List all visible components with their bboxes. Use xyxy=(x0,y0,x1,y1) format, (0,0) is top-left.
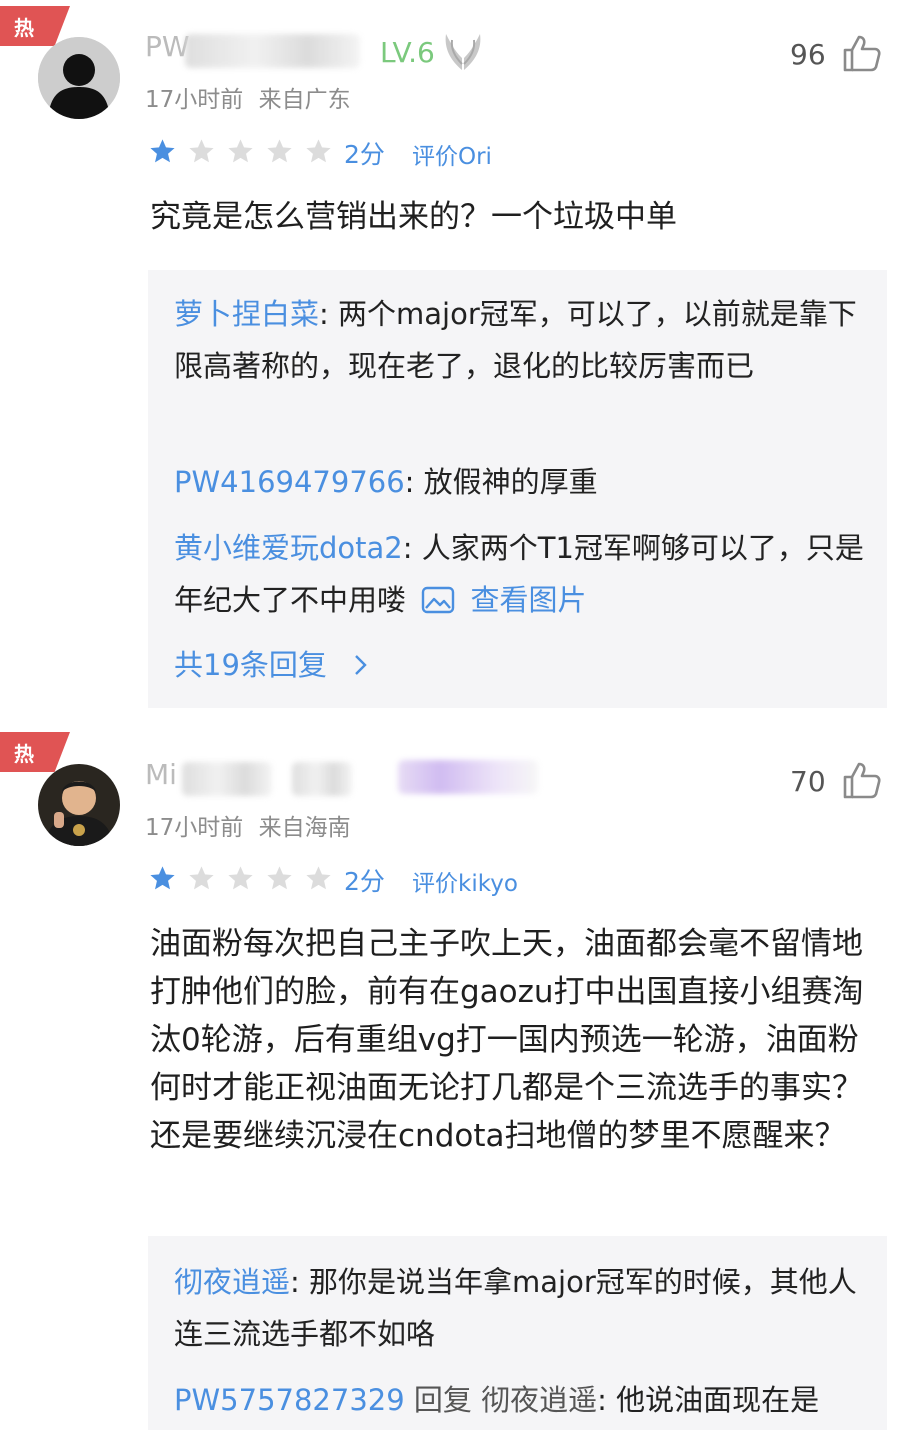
reply-author[interactable]: 萝卜捏白菜 xyxy=(174,297,319,331)
star-icon xyxy=(150,139,175,163)
comment-1: 热 PW LV.6 17小时前 来自广东 96 2分 评价Ori 究竟是怎么营销… xyxy=(0,0,922,720)
timestamp: 17小时前 xyxy=(145,87,244,113)
username[interactable]: PW xyxy=(145,30,190,63)
star-icon xyxy=(306,866,331,890)
reply-item[interactable]: 黄小维爱玩dota2: 人家两个T1冠军啊够可以了，只是年纪大了不中用喽 查看图… xyxy=(174,522,864,626)
star-icon xyxy=(228,866,253,890)
location: 来自广东 xyxy=(258,87,351,113)
username-redaction xyxy=(185,34,360,68)
reply-item[interactable]: 彻夜逍遥: 那你是说当年拿major冠军的时候，其他人连三流选手都不如咯 xyxy=(174,1256,864,1360)
meta-line: 17小时前 来自广东 xyxy=(145,80,351,114)
username-redaction xyxy=(398,760,538,794)
username[interactable]: Mi xyxy=(145,758,177,791)
star-icon xyxy=(267,866,292,890)
rating-target[interactable]: 评价kikyo xyxy=(412,864,518,898)
like-count: 70 xyxy=(790,765,826,798)
star-icon xyxy=(228,139,253,163)
reply-box: 彻夜逍遥: 那你是说当年拿major冠军的时候，其他人连三流选手都不如咯 PW5… xyxy=(148,1236,887,1430)
star-icon xyxy=(267,139,292,163)
more-replies-link[interactable]: 共19条回复 xyxy=(174,642,370,684)
avatar[interactable] xyxy=(38,37,120,119)
level-badge: LV.6 xyxy=(380,36,435,69)
reply-sep: : xyxy=(597,1383,607,1417)
image-icon[interactable] xyxy=(421,586,455,614)
rating-stars xyxy=(148,864,333,893)
wings-icon xyxy=(445,34,481,70)
hot-badge: 热 xyxy=(0,732,70,772)
reply-word: 回复 xyxy=(413,1383,472,1417)
reply-sep: : xyxy=(402,531,413,565)
comment-text: 究竟是怎么营销出来的？一个垃圾中单 xyxy=(150,199,677,235)
hot-badge: 热 xyxy=(0,6,70,46)
star-icon xyxy=(189,139,214,163)
timestamp: 17小时前 xyxy=(145,815,244,841)
rating-score: 2分 xyxy=(344,867,385,896)
username-redaction xyxy=(182,762,272,796)
view-image-link[interactable]: 查看图片 xyxy=(470,583,586,617)
reply-author[interactable]: PW4169479766 xyxy=(174,465,405,499)
reply-author[interactable]: 黄小维爱玩dota2 xyxy=(174,531,403,565)
reply-item[interactable]: 萝卜捏白菜: 两个major冠军，可以了，以前就是靠下限高著称的，现在老了，退化… xyxy=(174,288,864,392)
thumbs-up-icon[interactable] xyxy=(842,761,882,799)
reply-sep: : xyxy=(404,465,415,499)
reply-item[interactable]: PW4169479766: 放假神的厚重 xyxy=(174,456,864,508)
rating-stars xyxy=(148,137,333,166)
like-count: 96 xyxy=(790,38,826,71)
location: 来自海南 xyxy=(258,815,351,841)
reply-text: 他说油面现在是 xyxy=(616,1383,820,1417)
reply-to[interactable]: 彻夜逍遥 xyxy=(481,1383,597,1417)
comment-2: 热 Mi 17小时前 来自海南 70 2分 评价kikyo 油面粉每次把自己主子… xyxy=(0,728,922,1430)
reply-sep: : xyxy=(290,1265,300,1299)
star-icon xyxy=(306,139,331,163)
reply-author[interactable]: 彻夜逍遥 xyxy=(174,1265,290,1299)
more-replies-label: 共19条回复 xyxy=(174,648,327,682)
reply-text: 放假神的厚重 xyxy=(423,465,598,499)
thumbs-up-icon[interactable] xyxy=(842,34,882,72)
star-icon xyxy=(189,866,214,890)
avatar[interactable] xyxy=(38,764,120,846)
star-icon xyxy=(150,866,175,890)
meta-line: 17小时前 来自海南 xyxy=(145,808,351,842)
username-redaction xyxy=(292,762,352,796)
reply-item[interactable]: PW5757827329 回复 彻夜逍遥: 他说油面现在是 xyxy=(174,1374,894,1426)
comment-text: 油面粉每次把自己主子吹上天，油面都会毫不留情地打肿他们的脸，前有在gaozu打中… xyxy=(150,926,864,1154)
reply-sep: : xyxy=(319,297,329,331)
chevron-right-icon xyxy=(355,655,367,675)
reply-box: 萝卜捏白菜: 两个major冠军，可以了，以前就是靠下限高著称的，现在老了，退化… xyxy=(148,270,887,708)
rating-score: 2分 xyxy=(344,140,385,169)
reply-author[interactable]: PW5757827329 xyxy=(174,1383,405,1417)
rating-target[interactable]: 评价Ori xyxy=(412,137,492,171)
